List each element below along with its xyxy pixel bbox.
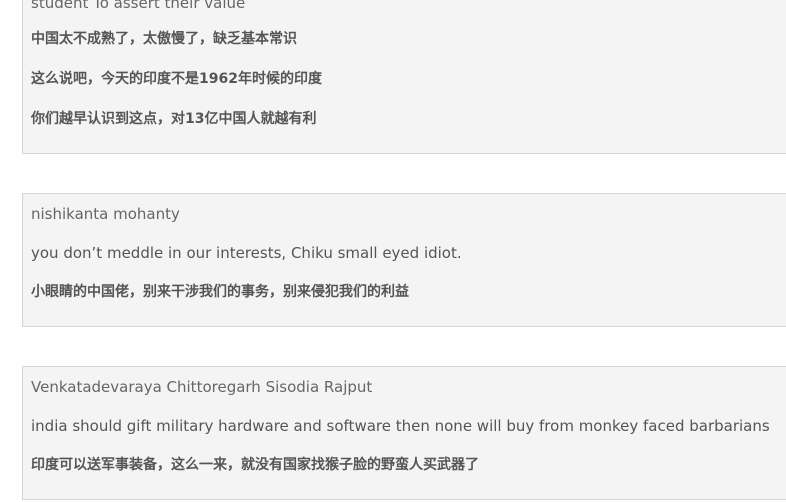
comment-translation: 印度可以送军事装备，这么一来，就没有国家找猴子脸的野蛮人买武器了 xyxy=(31,457,479,473)
comment-translation-line: 你们越早认识到这点，对13亿中国人就越有利 xyxy=(31,111,317,127)
comment-card: nishikanta mohanty you don’t meddle in o… xyxy=(22,193,786,327)
comment-translation-line: 中国太不成熟了，太傲慢了，缺乏基本常识 xyxy=(31,31,297,47)
comment-card: student To assert their value 中国太不成熟了，太傲… xyxy=(22,0,786,154)
comment-author: nishikanta mohanty xyxy=(31,205,180,223)
comment-card: Venkatadevaraya Chittoregarh Sisodia Raj… xyxy=(22,366,786,500)
comment-translation: 小眼睛的中国佬，别来干涉我们的事务，别来侵犯我们的利益 xyxy=(31,284,409,300)
comment-translation-line: 这么说吧，今天的印度不是1962年时候的印度 xyxy=(31,71,322,87)
comment-author: Venkatadevaraya Chittoregarh Sisodia Raj… xyxy=(31,378,373,396)
comment-text: you don’t meddle in our interests, Chiku… xyxy=(31,244,462,262)
comment-text-partial: student To assert their value xyxy=(31,0,246,12)
comment-text: india should gift military hardware and … xyxy=(31,417,770,435)
comments-page: student To assert their value 中国太不成熟了，太傲… xyxy=(0,0,786,502)
